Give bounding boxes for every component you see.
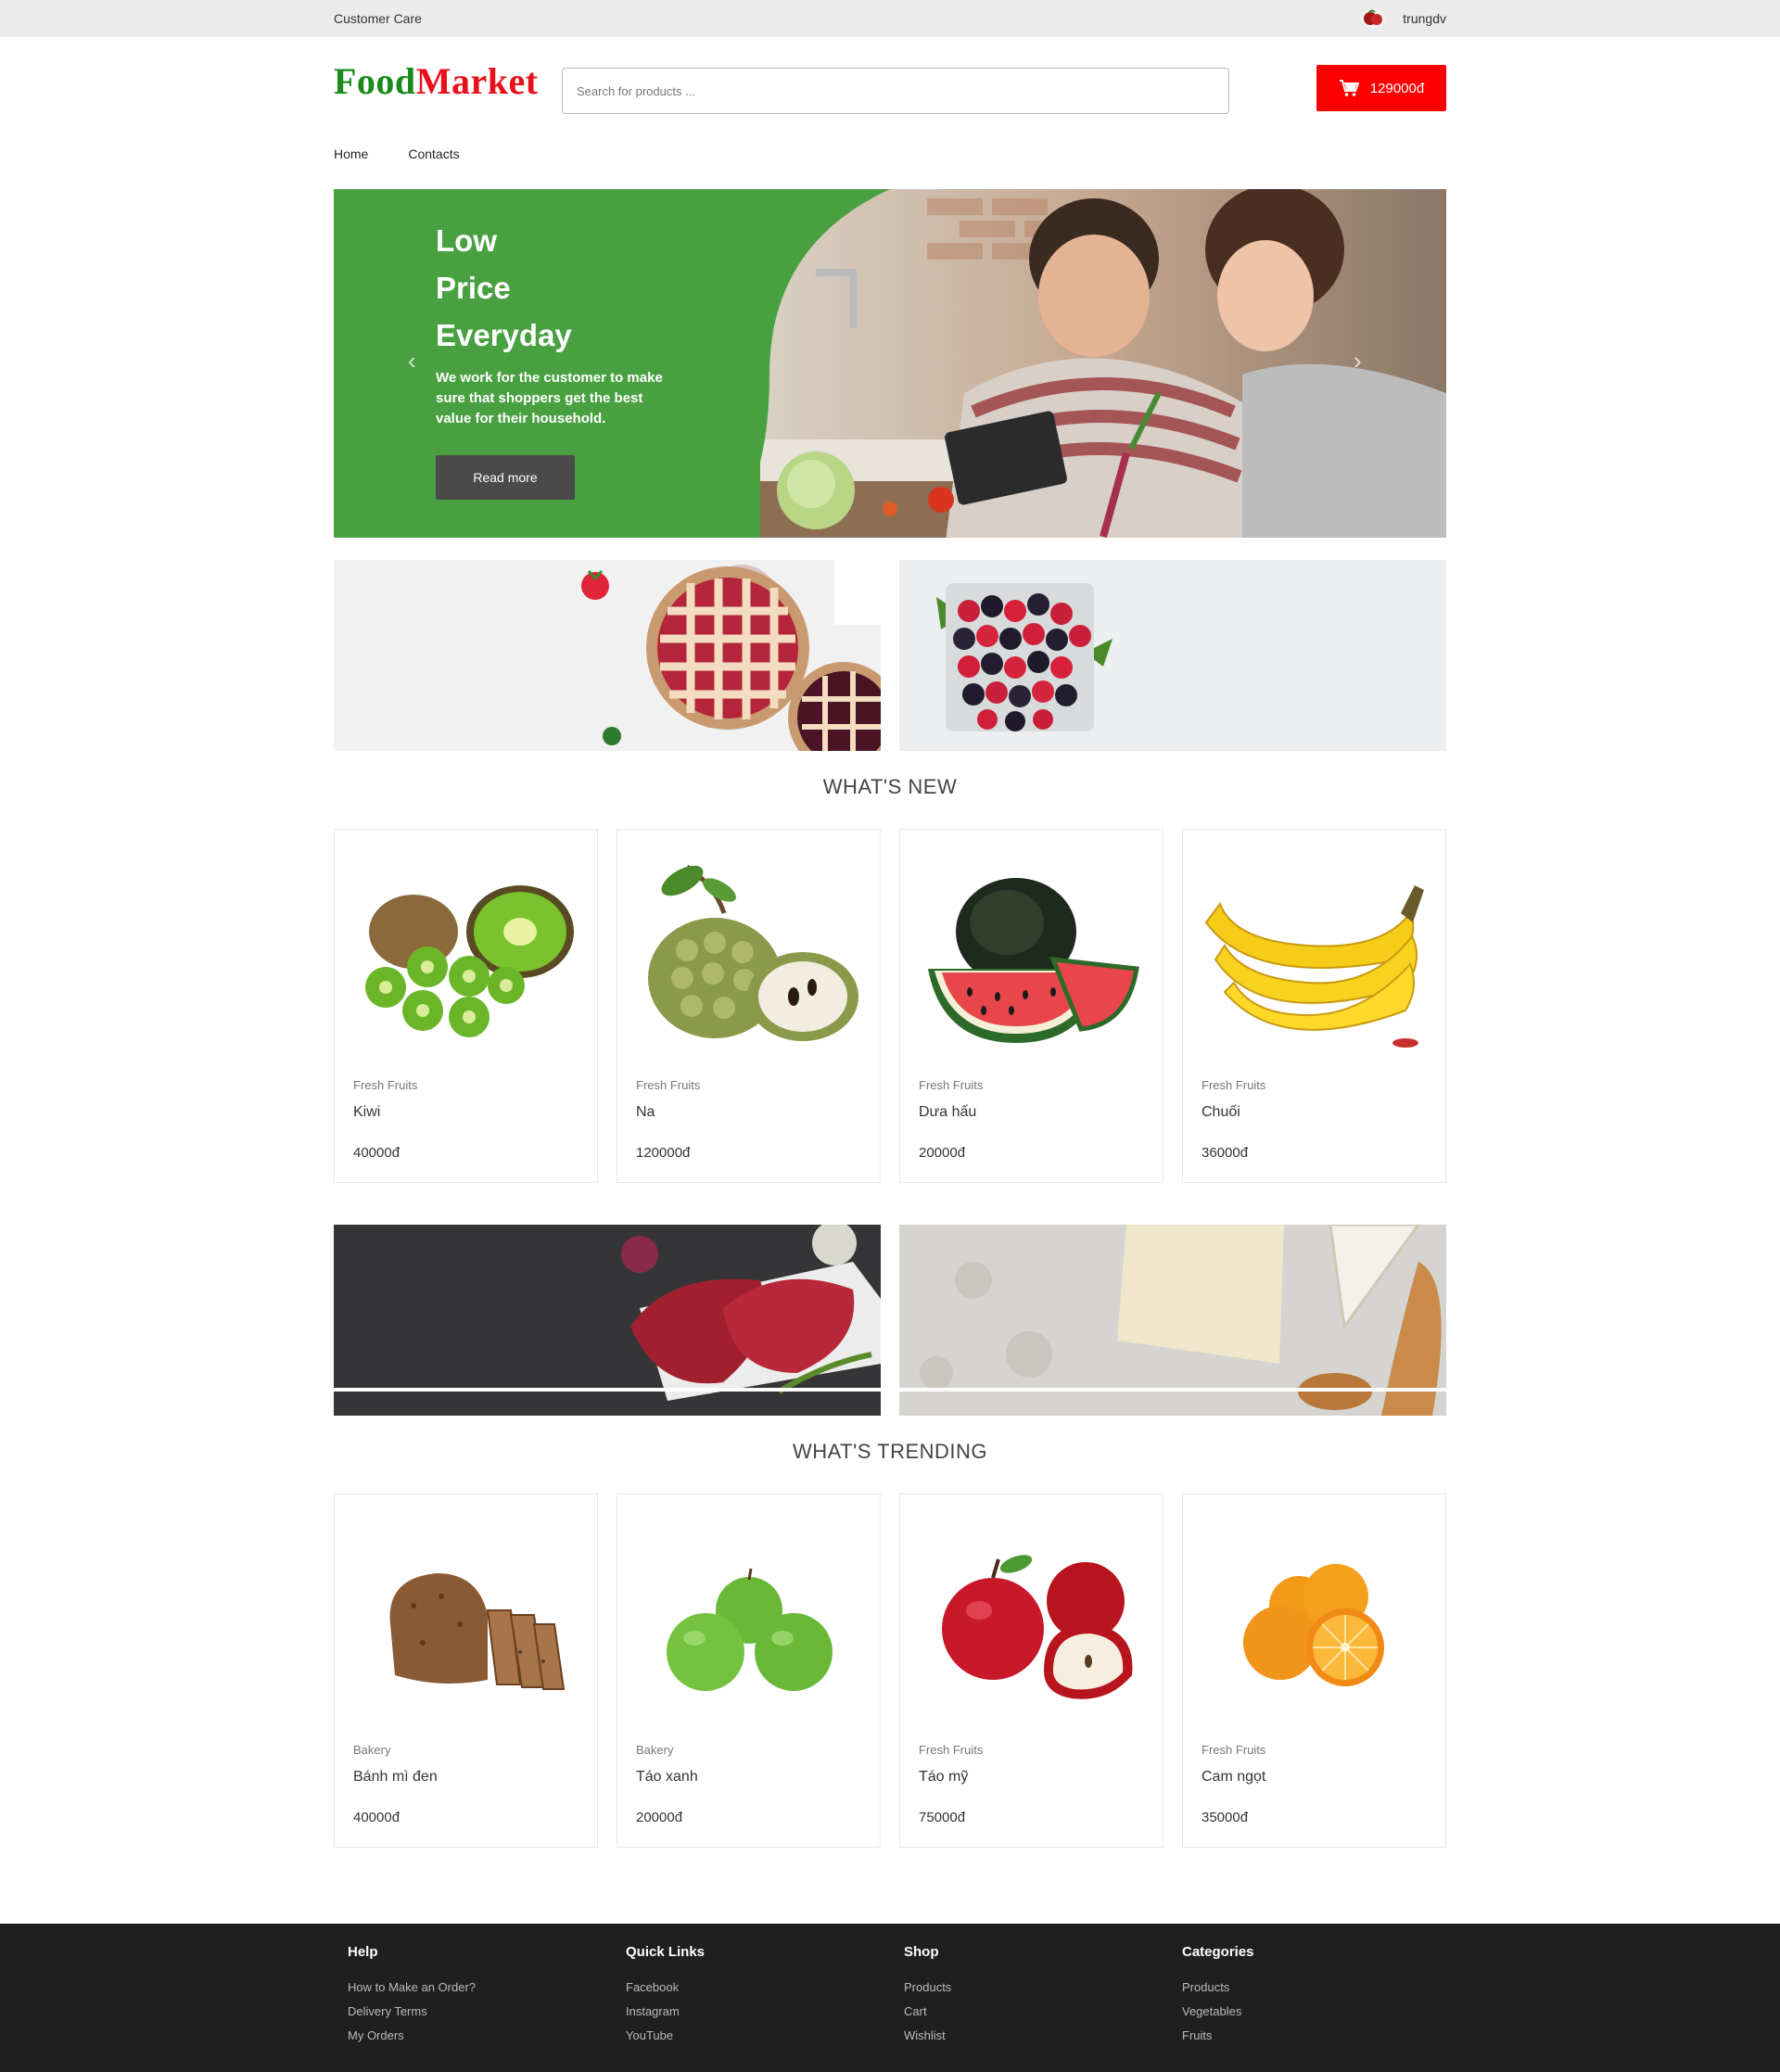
product-name[interactable]: Táo xanh [636, 1769, 698, 1786]
user-avatar [1360, 8, 1386, 29]
footer-link[interactable]: Instagram [626, 2004, 705, 2018]
main-nav: Home Contacts [334, 146, 460, 161]
product-name[interactable]: Na [636, 1104, 655, 1121]
read-more-button[interactable]: Read more [436, 455, 575, 500]
footer-link[interactable]: How to Make an Order? [348, 1980, 476, 1994]
top-bar: Customer Care trungdv [0, 0, 1780, 37]
hero-title-line: Price [436, 271, 511, 305]
logo-food-text: Food [334, 60, 416, 102]
product-card[interactable]: Fresh Fruits Cam ngọt 35000đ [1182, 1494, 1446, 1848]
product-card[interactable]: Fresh Fruits Táo mỹ 75000đ [899, 1494, 1163, 1848]
product-price: 20000đ [919, 1145, 966, 1161]
whats-trending-title: WHAT'S TRENDING [792, 1440, 988, 1463]
product-card[interactable]: Bakery Táo xanh 20000đ [617, 1494, 881, 1848]
footer-column-title: Shop [904, 1944, 939, 1960]
product-price: 20000đ [636, 1810, 683, 1825]
promo-banner-meat[interactable] [334, 1225, 881, 1416]
product-price: 36000đ [1202, 1145, 1249, 1161]
footer-link[interactable]: My Orders [348, 2028, 476, 2042]
whats-new-title: WHAT'S NEW [822, 775, 958, 798]
product-category: Fresh Fruits [919, 1743, 984, 1757]
footer-column-help: Help How to Make an Order? Delivery Term… [348, 1944, 476, 2053]
footer-column-shop: Shop Products Cart Wishlist [904, 1944, 951, 2053]
promo-banner-berries[interactable] [899, 560, 1446, 751]
carousel-next-icon[interactable]: › [1354, 347, 1362, 375]
promo-banner-pies[interactable] [334, 560, 881, 751]
product-price: 35000đ [1202, 1810, 1249, 1825]
username: trungdv [1403, 11, 1446, 26]
product-category: Fresh Fruits [353, 1078, 418, 1092]
footer-column-title: Categories [1182, 1944, 1254, 1960]
product-image [631, 1522, 868, 1726]
product-image [914, 1522, 1151, 1726]
footer-link[interactable]: Products [1182, 1980, 1254, 1994]
hero-title-line: Low [436, 223, 497, 258]
footer-link[interactable]: Cart [904, 2004, 951, 2018]
product-category: Fresh Fruits [636, 1078, 701, 1092]
footer-link[interactable]: Wishlist [904, 2028, 951, 2042]
product-card[interactable]: Bakery Bánh mì đen 40000đ [334, 1494, 598, 1848]
footer-column-title: Quick Links [626, 1944, 706, 1960]
product-image [1197, 1522, 1433, 1726]
product-image [914, 858, 1151, 1061]
hero-title: Low Price Everyday [436, 217, 658, 359]
search-input[interactable] [562, 68, 1229, 114]
product-price: 75000đ [919, 1810, 966, 1825]
product-category: Fresh Fruits [1202, 1743, 1266, 1757]
product-name[interactable]: Cam ngọt [1202, 1769, 1265, 1786]
product-category: Fresh Fruits [919, 1078, 984, 1092]
footer-column-categories: Categories Products Vegetables Fruits [1182, 1944, 1254, 2053]
product-price: 120000đ [636, 1145, 691, 1161]
hero-subtitle: We work for the customer to make sure th… [436, 370, 663, 426]
product-name[interactable]: Kiwi [353, 1104, 380, 1121]
product-name[interactable]: Dưa hấu [919, 1104, 976, 1121]
footer-column-title: Help [348, 1944, 378, 1960]
cart-total: 129000đ [1369, 80, 1425, 96]
product-card[interactable]: Fresh Fruits Dưa hấu 20000đ [899, 829, 1163, 1183]
product-image [1197, 858, 1433, 1061]
product-card[interactable]: Fresh Fruits Kiwi 40000đ [334, 829, 598, 1183]
product-card[interactable]: Fresh Fruits Na 120000đ [617, 829, 881, 1183]
site-footer: Help How to Make an Order? Delivery Term… [0, 1924, 1780, 2072]
product-category: Fresh Fruits [1202, 1078, 1266, 1092]
customer-care-link[interactable]: Customer Care [334, 11, 422, 26]
product-name[interactable]: Chuối [1202, 1104, 1240, 1121]
cart-icon [1339, 80, 1359, 96]
nav-home[interactable]: Home [334, 146, 368, 161]
footer-link[interactable]: Facebook [626, 1980, 705, 1994]
product-price: 40000đ [353, 1810, 400, 1825]
nav-contacts[interactable]: Contacts [408, 146, 459, 161]
footer-link[interactable]: Delivery Terms [348, 2004, 476, 2018]
product-name[interactable]: Táo mỹ [919, 1769, 968, 1786]
footer-link[interactable]: YouTube [626, 2028, 705, 2042]
product-image [349, 858, 585, 1061]
promo-banner-cheese[interactable] [899, 1225, 1446, 1416]
footer-link[interactable]: Vegetables [1182, 2004, 1254, 2018]
footer-link[interactable]: Products [904, 1980, 951, 1994]
product-image [349, 1522, 585, 1726]
product-name[interactable]: Bánh mì đen [353, 1769, 438, 1786]
product-price: 40000đ [353, 1145, 400, 1161]
cart-button[interactable]: 129000đ [1316, 65, 1446, 111]
product-category: Bakery [636, 1743, 674, 1757]
hero-carousel: Low Price Everyday We work for the custo… [334, 189, 1446, 538]
hero-title-line: Everyday [436, 318, 572, 352]
user-menu[interactable]: trungdv [1360, 8, 1446, 29]
footer-column-quick-links: Quick Links Facebook Instagram YouTube [626, 1944, 705, 2053]
site-logo[interactable]: FoodMarket [334, 59, 539, 103]
product-image [631, 858, 868, 1061]
product-category: Bakery [353, 1743, 391, 1757]
carousel-prev-icon[interactable]: ‹ [408, 347, 416, 375]
product-card[interactable]: Fresh Fruits Chuối 36000đ [1182, 829, 1446, 1183]
logo-market-text: Market [415, 60, 539, 102]
footer-link[interactable]: Fruits [1182, 2028, 1254, 2042]
